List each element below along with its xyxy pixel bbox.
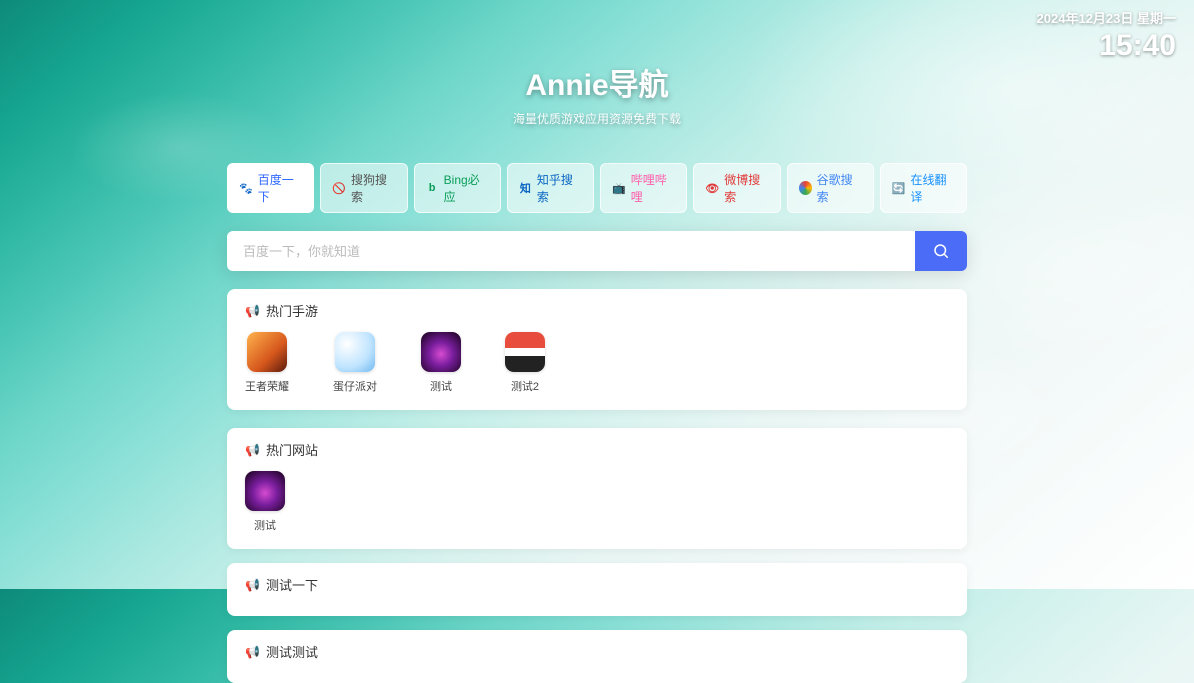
app-item[interactable]: 测试2 (505, 332, 545, 394)
google-icon (799, 181, 812, 195)
zhihu-icon: 知 (519, 181, 532, 195)
engine-tab-0[interactable]: 🐾 百度一下 (227, 163, 314, 213)
engine-tab-label: 百度一下 (258, 171, 303, 205)
speaker-icon: 📢 (245, 443, 260, 457)
search-engine-tabs: 🐾百度一下🚫搜狗搜索bBing必应知知乎搜索📺哔哩哔哩👁微博搜索谷歌搜索🔄在线翻… (227, 163, 967, 213)
app-row: 测试 (245, 471, 949, 533)
app-icon (505, 332, 545, 372)
section-1: 📢 热门网站测试 (227, 428, 967, 549)
engine-tab-1[interactable]: 🚫 搜狗搜索 (320, 163, 407, 213)
search-bar (227, 231, 967, 271)
engine-tab-label: 搜狗搜索 (351, 171, 396, 205)
section-header: 📢 热门手游 (245, 301, 949, 320)
engine-tab-label: 知乎搜索 (537, 171, 582, 205)
engine-tab-4[interactable]: 📺 哔哩哔哩 (600, 163, 687, 213)
trans-icon: 🔄 (892, 181, 906, 195)
app-label: 测试 (254, 517, 276, 533)
engine-tab-2[interactable]: b Bing必应 (414, 163, 501, 213)
engine-tab-label: 哔哩哔哩 (631, 171, 676, 205)
section-header: 📢 测试一下 (245, 575, 949, 594)
section-header: 📢 测试测试 (245, 642, 949, 661)
page-subtitle: 海量优质游戏应用资源免费下载 (0, 110, 1194, 127)
app-label: 测试 (430, 378, 452, 394)
section-0: 📢 热门手游王者荣耀 蛋仔派对 测试 测试2 (227, 289, 967, 410)
bili-icon: 📺 (612, 181, 626, 195)
section-title: 热门网站 (266, 440, 318, 459)
engine-tab-label: 谷歌搜索 (817, 171, 862, 205)
app-icon (247, 332, 287, 372)
engine-tab-5[interactable]: 👁 微博搜索 (693, 163, 780, 213)
section-3: 📢 测试测试 (227, 630, 967, 683)
page-title: Annie导航 (0, 60, 1194, 104)
engine-tab-6[interactable]: 谷歌搜索 (787, 163, 874, 213)
datetime-widget: 2024年12月23日 星期一 15:40 (1037, 8, 1176, 63)
sogou-icon: 🚫 (332, 181, 346, 195)
app-icon (421, 332, 461, 372)
section-title: 测试测试 (266, 642, 318, 661)
app-icon (245, 471, 285, 511)
search-button[interactable] (915, 231, 967, 271)
engine-tab-3[interactable]: 知知乎搜索 (507, 163, 594, 213)
speaker-icon: 📢 (245, 578, 260, 592)
weibo-icon: 👁 (705, 181, 719, 195)
engine-tab-label: 微博搜索 (724, 171, 768, 205)
engine-tab-label: 在线翻译 (910, 171, 955, 205)
speaker-icon: 📢 (245, 645, 260, 659)
speaker-icon: 📢 (245, 304, 260, 318)
app-icon (335, 332, 375, 372)
engine-tab-label: Bing必应 (444, 171, 489, 205)
hero: Annie导航 海量优质游戏应用资源免费下载 (0, 0, 1194, 127)
baidu-icon: 🐾 (239, 181, 253, 195)
app-item[interactable]: 测试 (245, 471, 285, 533)
date-text: 2024年12月23日 星期一 (1037, 8, 1176, 27)
app-label: 蛋仔派对 (333, 378, 377, 394)
section-title: 测试一下 (266, 575, 318, 594)
app-item[interactable]: 蛋仔派对 (333, 332, 377, 394)
app-label: 测试2 (511, 378, 539, 394)
section-title: 热门手游 (266, 301, 318, 320)
section-header: 📢 热门网站 (245, 440, 949, 459)
app-row: 王者荣耀 蛋仔派对 测试 测试2 (245, 332, 949, 394)
search-input[interactable] (227, 231, 915, 271)
section-2: 📢 测试一下 (227, 563, 967, 616)
app-item[interactable]: 测试 (421, 332, 461, 394)
app-item[interactable]: 王者荣耀 (245, 332, 289, 394)
main-content: 🐾百度一下🚫搜狗搜索bBing必应知知乎搜索📺哔哩哔哩👁微博搜索谷歌搜索🔄在线翻… (227, 163, 967, 683)
engine-tab-7[interactable]: 🔄 在线翻译 (880, 163, 967, 213)
sections-container: 📢热门手游王者荣耀蛋仔派对测试测试2📢热门网站测试📢测试一下📢测试测试 (227, 289, 967, 683)
time-text: 15:40 (1037, 29, 1176, 63)
bing-icon: b (426, 181, 439, 195)
search-icon (932, 242, 950, 260)
app-label: 王者荣耀 (245, 378, 289, 394)
